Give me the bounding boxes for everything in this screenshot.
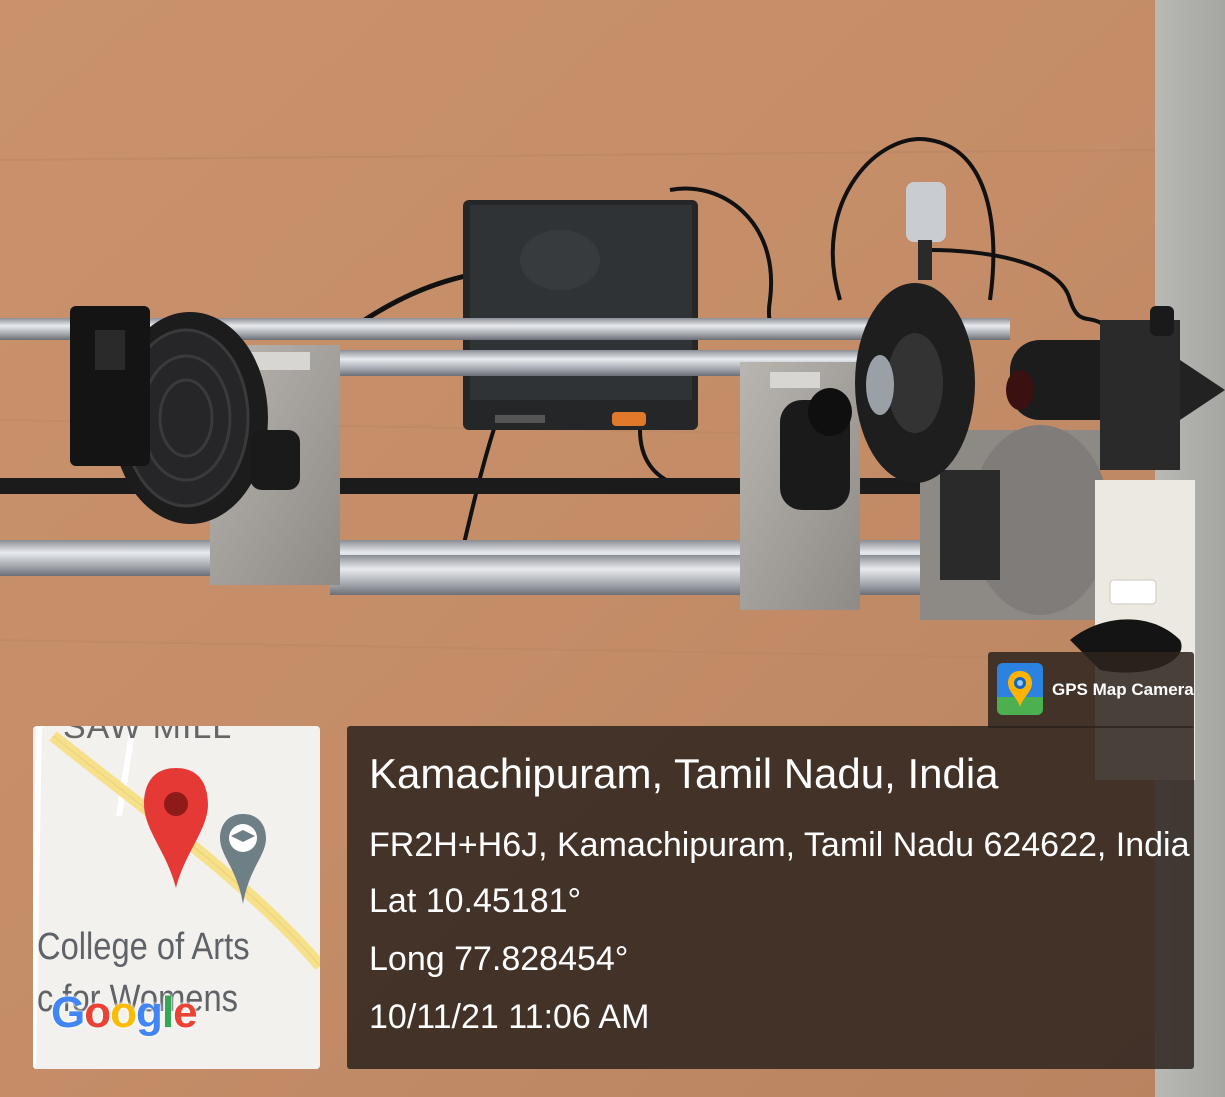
timestamp: 10/11/21 11:06 AM <box>369 998 650 1036</box>
gps-map-camera-badge: GPS Map Camera <box>988 652 1194 728</box>
latitude: Lat 10.45181° <box>369 882 582 920</box>
google-logo: Google <box>51 988 198 1037</box>
map-camera-icon <box>997 663 1043 715</box>
location-title: Kamachipuram, Tamil Nadu, India <box>369 750 999 797</box>
gps-map-camera-label: GPS Map Camera <box>1052 680 1194 699</box>
map-thumbnail: SAW MILL College of Arts c for Womens Go… <box>33 726 320 1069</box>
longitude: Long 77.828454° <box>369 940 629 978</box>
location-address: FR2H+H6J, Kamachipuram, Tamil Nadu 62462… <box>369 826 1190 864</box>
location-info-panel: Kamachipuram, Tamil Nadu, India FR2H+H6J… <box>347 726 1194 1069</box>
map-label-college: College of Arts <box>37 926 250 968</box>
